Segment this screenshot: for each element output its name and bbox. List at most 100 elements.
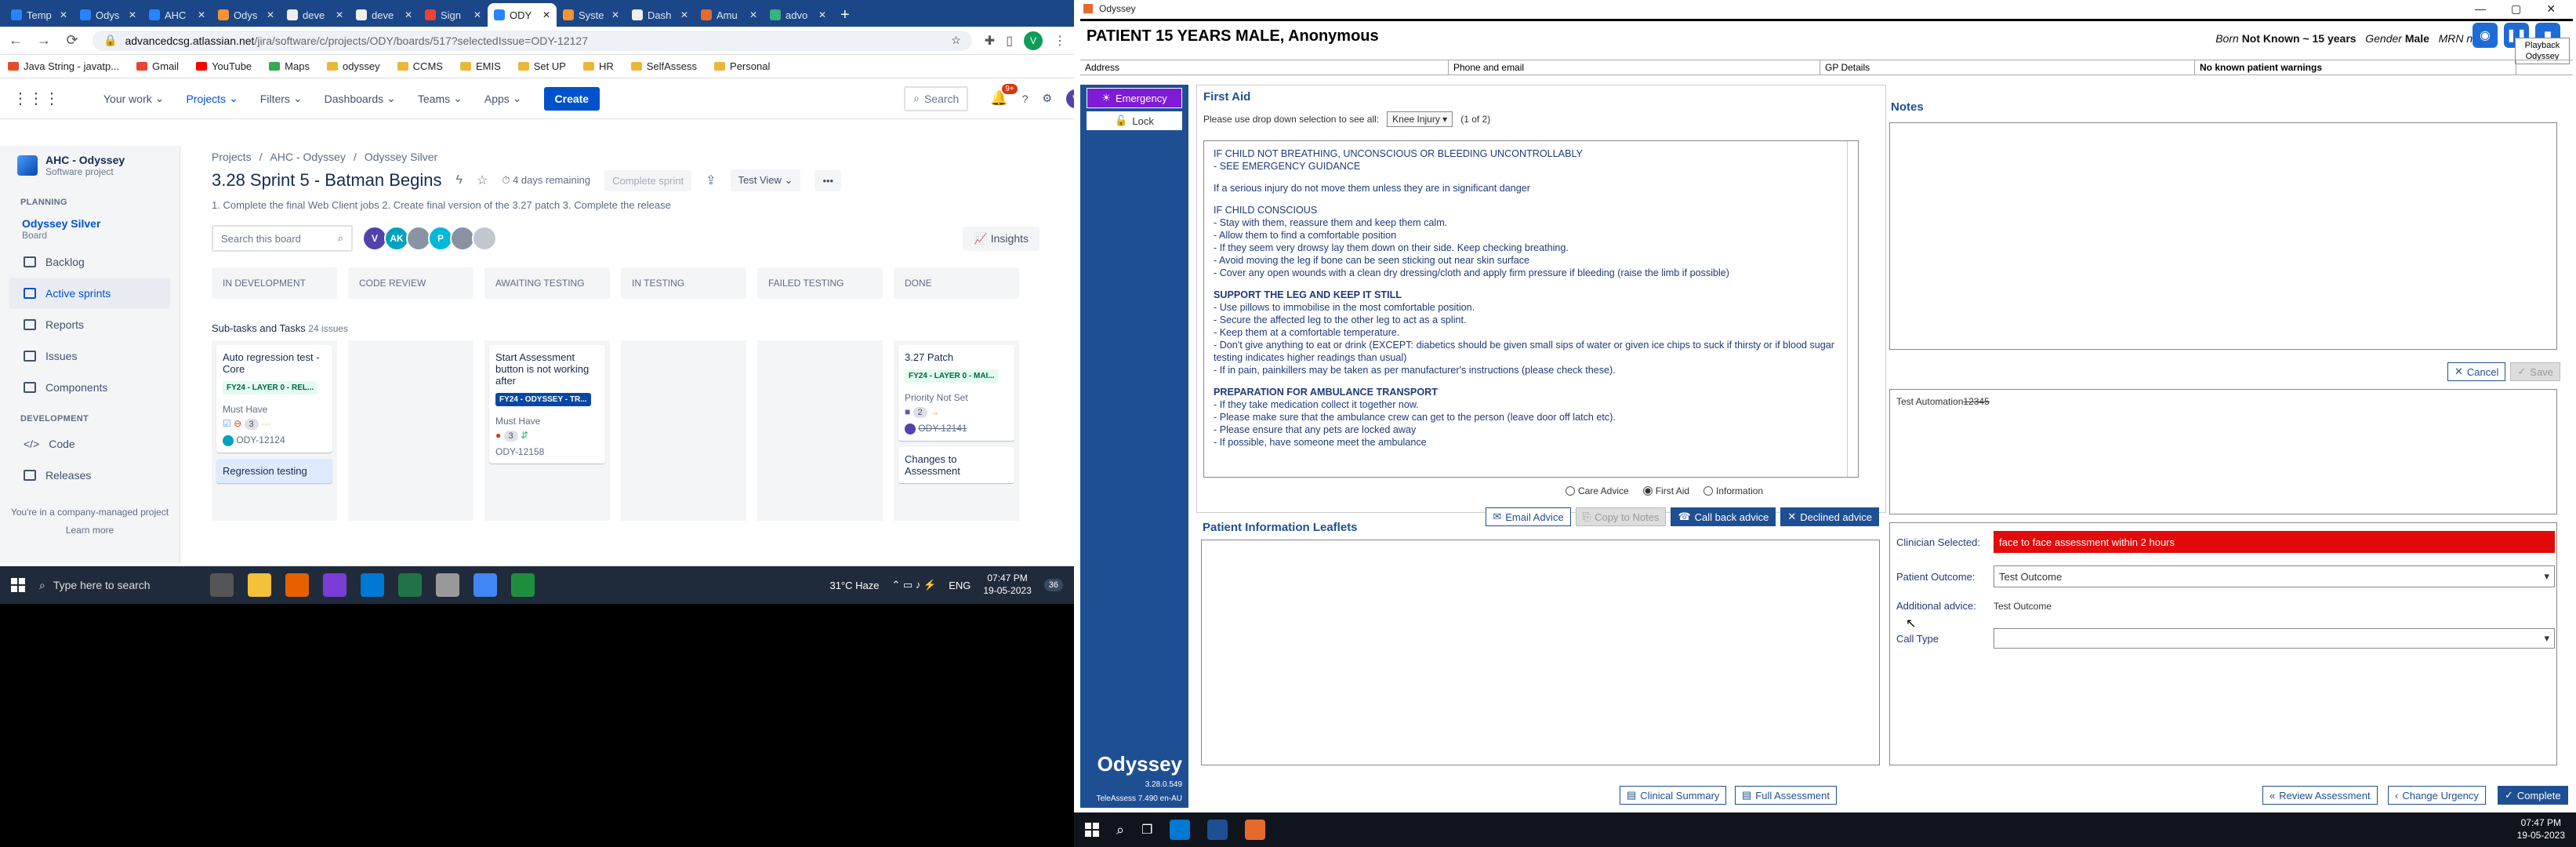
- browser-tab[interactable]: ODY ✕: [488, 3, 557, 27]
- weather-widget[interactable]: 31°C Haze: [829, 580, 879, 591]
- back-icon[interactable]: ←: [8, 32, 24, 49]
- close-icon[interactable]: ✕: [198, 9, 205, 20]
- recording-icon[interactable]: ◉: [2473, 23, 2498, 48]
- tray-icons[interactable]: ⌃ ▭ ♪ ⚡: [891, 579, 936, 591]
- close-icon[interactable]: ✕: [336, 9, 343, 20]
- bookmark-item[interactable]: Gmail: [136, 60, 179, 72]
- close-icon[interactable]: ✕: [405, 9, 412, 20]
- clock[interactable]: 07:47 PM 19-05-2023: [983, 573, 1031, 597]
- browser-tab[interactable]: advo ✕: [764, 3, 833, 27]
- assignee-avatar[interactable]: [472, 226, 497, 251]
- sidebar-item-code[interactable]: </> Code: [9, 428, 170, 460]
- patient-outcome-select[interactable]: Test Outcome ▾: [1994, 565, 2555, 587]
- browser-tab[interactable]: Odys ✕: [212, 3, 281, 27]
- clinician-selected-field[interactable]: face to face assessment within 2 hours: [1994, 531, 2555, 553]
- maximize-icon[interactable]: ▢: [2511, 2, 2521, 16]
- bookmark-item[interactable]: SelfAssess: [630, 60, 697, 72]
- gp-field[interactable]: GP Details: [1820, 60, 2195, 75]
- app-icon[interactable]: [436, 573, 459, 597]
- sidebar-item-issues[interactable]: Issues: [9, 340, 170, 372]
- bookmark-item[interactable]: YouTube: [196, 60, 252, 72]
- windows-start-icon[interactable]: [1085, 823, 1099, 837]
- minimize-icon[interactable]: —: [2475, 2, 2486, 16]
- bookmark-item[interactable]: Set UP: [517, 60, 566, 72]
- bookmark-item[interactable]: Personal: [714, 60, 770, 72]
- scrollbar[interactable]: [1847, 141, 1858, 477]
- nav-teams[interactable]: Teams ⌄: [418, 92, 463, 105]
- extensions-icon[interactable]: ✚: [985, 33, 995, 49]
- declined-advice-button[interactable]: ✕ Declined advice: [1780, 507, 1879, 526]
- crumb-projects[interactable]: Projects: [212, 151, 252, 163]
- forward-icon[interactable]: →: [36, 32, 52, 49]
- close-icon[interactable]: ✕: [542, 9, 550, 20]
- clinical-summary-button[interactable]: ▤ Clinical Summary: [1620, 786, 1727, 805]
- copy-to-notes-button[interactable]: ⎘ Copy to Notes: [1575, 507, 1667, 526]
- bookmark-item[interactable]: CCMS: [397, 60, 443, 72]
- radio-care-advice[interactable]: Care Advice: [1566, 485, 1629, 496]
- new-tab-icon[interactable]: +: [833, 3, 858, 27]
- radio-information[interactable]: Information: [1703, 485, 1763, 496]
- nav-projects[interactable]: Projects ⌄: [186, 92, 238, 105]
- sidebar-item-reports[interactable]: Reports: [9, 309, 170, 340]
- bookmark-item[interactable]: Maps: [269, 60, 310, 72]
- emergency-button[interactable]: ☀ Emergency: [1087, 88, 1182, 108]
- save-button[interactable]: ✓ Save: [2510, 362, 2560, 381]
- bookmark-item[interactable]: Java String - javatp...: [8, 60, 119, 72]
- taskview-icon[interactable]: ❐: [1141, 822, 1152, 838]
- taskview-icon[interactable]: [210, 573, 234, 597]
- browser-tab[interactable]: Syste ✕: [557, 3, 626, 27]
- close-icon[interactable]: ✕: [267, 9, 274, 20]
- issue-card[interactable]: Start Assessment button is not working a…: [489, 345, 605, 463]
- issue-card[interactable]: 3.27 Patch FY24 - LAYER 0 - MAI... Prior…: [898, 345, 1014, 441]
- browser-tab[interactable]: Amu ✕: [695, 3, 764, 27]
- browser-tab[interactable]: deve ✕: [281, 3, 350, 27]
- search-icon[interactable]: ⌕: [1116, 822, 1124, 838]
- close-icon[interactable]: ✕: [60, 9, 67, 20]
- close-icon[interactable]: ✕: [749, 9, 757, 20]
- sidebar-icon[interactable]: ▯: [1006, 33, 1013, 49]
- address-field[interactable]: Address: [1080, 60, 1449, 75]
- complete-sprint-button[interactable]: Complete sprint: [604, 169, 692, 191]
- chrome-icon[interactable]: [473, 573, 497, 597]
- cancel-button[interactable]: ✕ Cancel: [2447, 362, 2506, 381]
- lock-button[interactable]: 🔓 Lock: [1087, 111, 1182, 130]
- radio-first-aid[interactable]: First Aid: [1642, 485, 1689, 496]
- crumb-project[interactable]: AHC - Odyssey: [270, 151, 345, 163]
- notification-count[interactable]: 36: [1043, 579, 1063, 591]
- call-type-select[interactable]: ▾: [1994, 628, 2555, 649]
- windows-start-icon[interactable]: [11, 578, 25, 592]
- view-select[interactable]: Test View ⌄: [730, 169, 801, 191]
- bookmark-item[interactable]: odyssey: [326, 60, 380, 72]
- jira-search-input[interactable]: ⌕ Search: [904, 85, 969, 111]
- outlook-icon[interactable]: [361, 573, 384, 597]
- app-switcher-icon[interactable]: ⋮⋮⋮: [13, 89, 60, 108]
- nav-dashboards[interactable]: Dashboards ⌄: [325, 92, 396, 105]
- phone-field[interactable]: Phone and email: [1449, 60, 1820, 75]
- learn-more-link[interactable]: Learn more: [9, 522, 170, 540]
- firefox-icon[interactable]: [285, 573, 309, 597]
- close-icon[interactable]: ✕: [680, 9, 688, 20]
- sidebar-item-components[interactable]: Components: [9, 372, 170, 403]
- sidebar-item-releases[interactable]: Releases: [9, 460, 170, 491]
- sidebar-item-active-sprints[interactable]: Active sprints: [9, 278, 170, 309]
- more-icon[interactable]: •••: [815, 169, 842, 191]
- user-avatar[interactable]: V: [1066, 89, 1074, 108]
- close-icon[interactable]: ✕: [129, 9, 136, 20]
- complete-button[interactable]: ✓ Complete: [2498, 786, 2568, 805]
- review-assessment-button[interactable]: «Review Assessment: [2262, 786, 2378, 805]
- browser-tab[interactable]: Dash ✕: [626, 3, 695, 27]
- excel-icon[interactable]: [398, 573, 422, 597]
- url-bar[interactable]: 🔒 advancedcsg.atlassian.net/jira/softwar…: [93, 30, 972, 51]
- star-icon[interactable]: ☆: [951, 34, 961, 47]
- taskbar-search[interactable]: ⌕ Type here to search: [39, 572, 196, 598]
- clock[interactable]: 07:47 PM 19-05-2023: [2517, 817, 2565, 842]
- menu-icon[interactable]: ⋮: [1054, 33, 1066, 49]
- browser-tab[interactable]: deve ✕: [350, 3, 419, 27]
- star-icon[interactable]: ☆: [477, 173, 488, 188]
- notes-textarea[interactable]: [1889, 122, 2557, 350]
- change-urgency-button[interactable]: ‹ Change Urgency: [2388, 786, 2486, 805]
- profile-avatar[interactable]: V: [1024, 31, 1043, 50]
- swimlane-header[interactable]: Sub-tasks and Tasks 24 issues: [212, 322, 1058, 334]
- issue-card[interactable]: Auto regression test - Core FY24 - LAYER…: [216, 345, 332, 453]
- close-icon[interactable]: ✕: [611, 9, 619, 20]
